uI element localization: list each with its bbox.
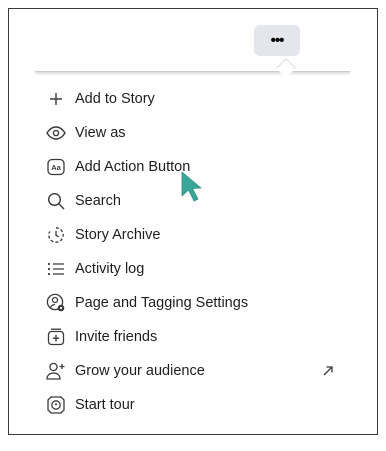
plus-icon [43, 88, 69, 110]
menu-item-label: Invite friends [75, 329, 158, 345]
invite-icon [43, 326, 69, 348]
menu-item-label: Activity log [75, 261, 145, 277]
menu-item-label: Story Archive [75, 227, 161, 243]
menu-panel: ••• Add to Story View as Aa Add Action B… [8, 8, 378, 435]
menu-item-invite-friends[interactable]: Invite friends [35, 320, 350, 354]
more-options-button[interactable]: ••• [254, 25, 300, 56]
menu-item-label: Grow your audience [75, 363, 205, 379]
menu-item-label: Start tour [75, 397, 135, 413]
person-settings-icon [43, 292, 69, 314]
eye-icon [43, 122, 69, 144]
search-icon [43, 190, 69, 212]
more-options-label: ••• [270, 32, 285, 49]
menu-item-label: Add to Story [75, 91, 155, 107]
header-divider [35, 71, 350, 75]
tour-icon [43, 394, 69, 416]
svg-text:Aa: Aa [51, 163, 61, 172]
menu-item-page-tagging-settings[interactable]: Page and Tagging Settings [35, 286, 350, 320]
menu-item-add-to-story[interactable]: Add to Story [35, 82, 350, 116]
external-arrow-icon [320, 363, 336, 379]
story-archive-icon [43, 224, 69, 246]
menu-item-label: Search [75, 193, 121, 209]
list-icon [43, 258, 69, 280]
dropdown-menu: Add to Story View as Aa Add Action Butto… [35, 82, 350, 422]
menu-item-activity-log[interactable]: Activity log [35, 252, 350, 286]
menu-item-start-tour[interactable]: Start tour [35, 388, 350, 422]
add-person-icon [43, 360, 69, 382]
menu-item-view-as[interactable]: View as [35, 116, 350, 150]
menu-item-grow-your-audience[interactable]: Grow your audience [35, 354, 350, 388]
menu-item-label: View as [75, 125, 126, 141]
menu-item-label: Add Action Button [75, 159, 191, 175]
mouse-pointer-icon [179, 170, 203, 204]
menu-item-label: Page and Tagging Settings [75, 295, 249, 311]
menu-item-story-archive[interactable]: Story Archive [35, 218, 350, 252]
action-button-icon: Aa [43, 156, 69, 178]
